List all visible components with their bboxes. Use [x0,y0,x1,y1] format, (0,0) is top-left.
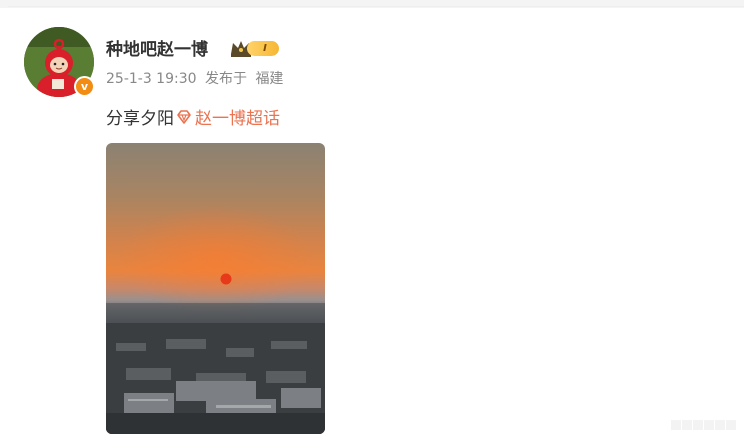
supertopic-link[interactable]: 赵一博超话 [195,104,280,129]
published-label: 发布于 [204,71,247,87]
level-badge[interactable]: I [247,41,279,56]
weibo-post-card: v 种地吧赵一博 I 25-1-3 19:30 发布于 福建 分享夕阳 赵一博超… [0,0,744,442]
verified-badge: v [74,76,95,97]
top-divider [8,6,744,7]
sunset-photo-icon [106,143,325,434]
post-meta: 25-1-3 19:30 发布于 福建 [106,68,287,88]
post-text: 分享夕阳 赵一博超话 [106,104,280,129]
diamond-icon [177,109,191,124]
timestamp[interactable]: 25-1-3 19:30 [106,71,197,87]
location: 福建 [255,71,284,87]
watermark-dots [671,420,736,430]
post-body-text: 分享夕阳 [106,109,174,129]
post-image[interactable] [106,143,325,434]
username[interactable]: 种地吧赵一博 [106,35,208,60]
